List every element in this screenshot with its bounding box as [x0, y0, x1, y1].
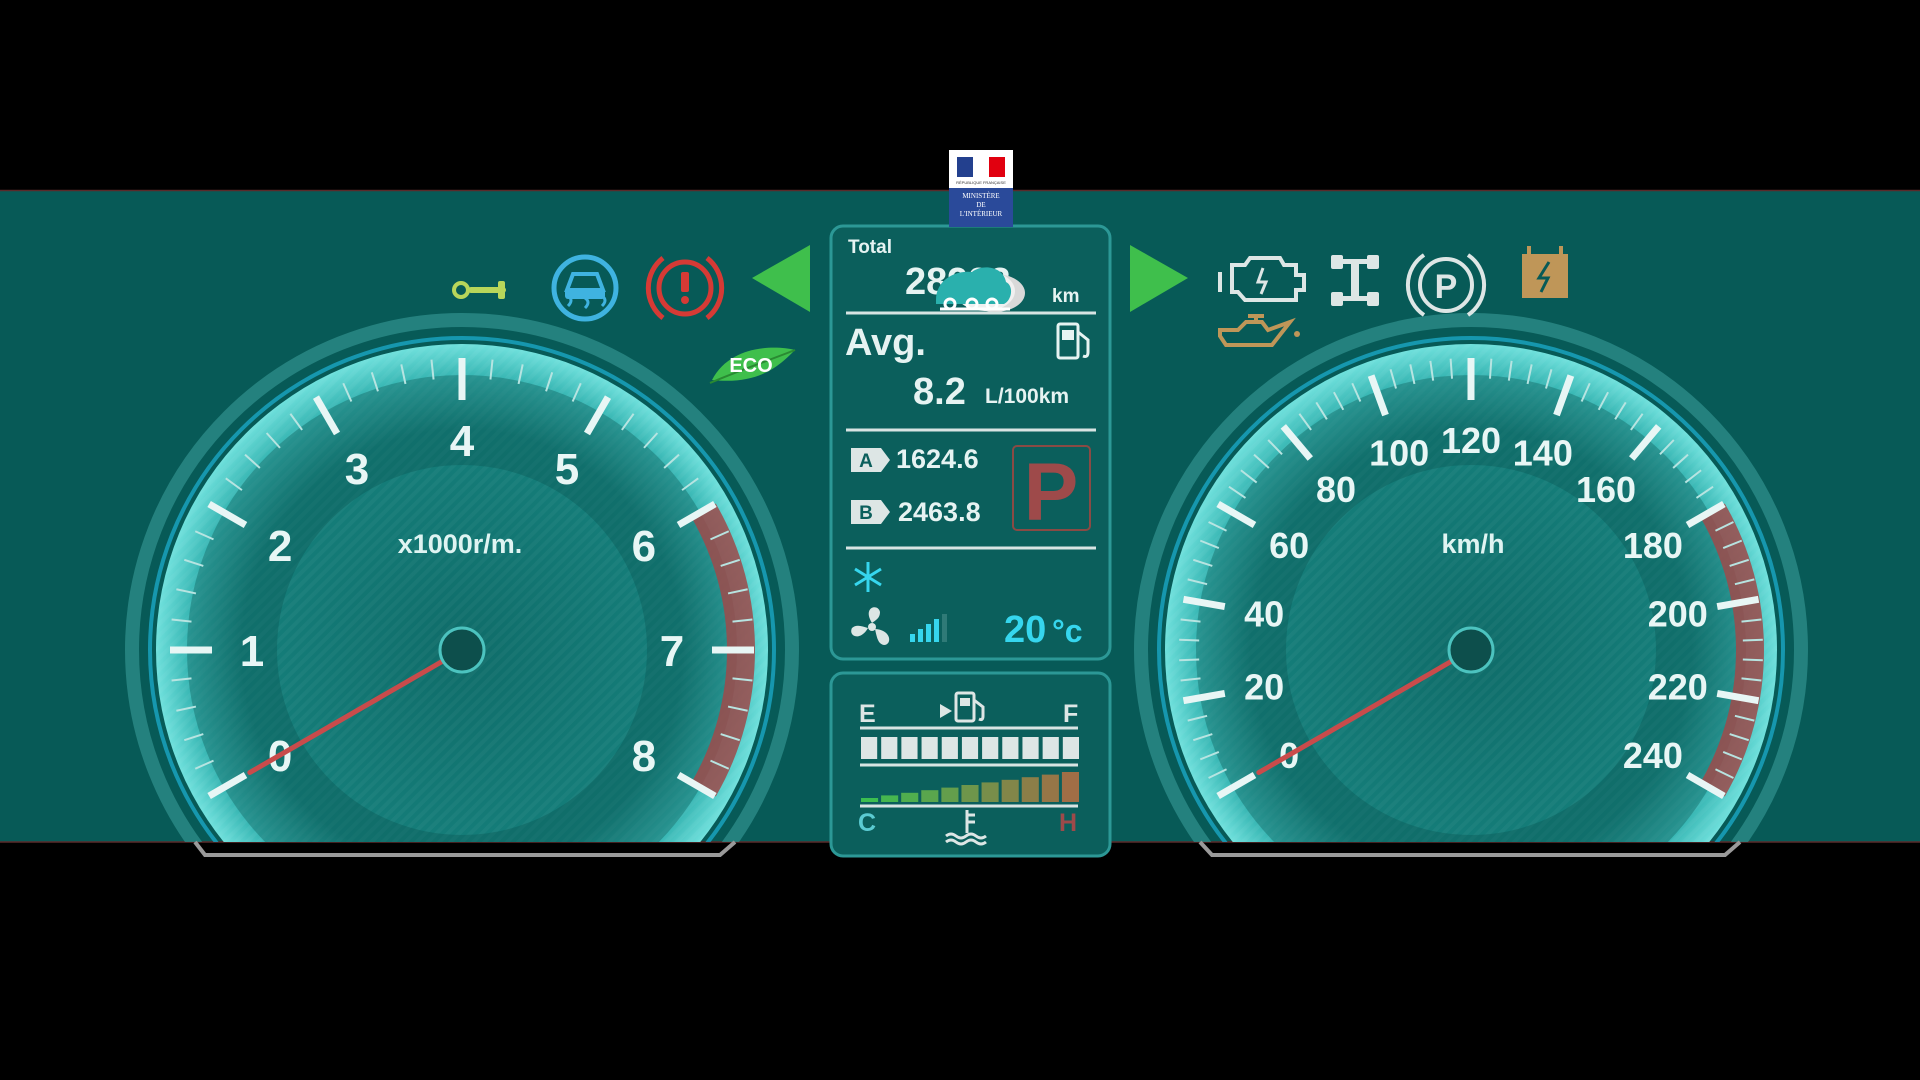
tachometer-tick-label: 6 [632, 522, 656, 571]
total-unit: km [1052, 286, 1079, 307]
fuel-segment [881, 737, 898, 759]
speedometer-tick-label: 40 [1244, 593, 1284, 634]
speedometer-tick-label: 100 [1369, 433, 1429, 474]
eco-label: ECO [729, 355, 772, 377]
fuel-coolant-panel: E F C H [829, 671, 1112, 858]
speedometer-tick-label: 80 [1316, 469, 1356, 510]
cabin-temperature-unit: °c [1052, 613, 1083, 649]
tachometer-tick-label: 4 [450, 417, 475, 466]
tachometer-unit-label: x1000r/m. [398, 529, 523, 559]
average-consumption: 8.2 [913, 371, 966, 413]
speedometer-tick-label: 20 [1244, 666, 1284, 707]
speedometer-tick-label: 160 [1576, 469, 1636, 510]
coolant-segment [961, 785, 979, 802]
coolant-segment [981, 782, 999, 802]
ministry-name: MINISTÈRE DE L'INTÉRIEUR [949, 188, 1013, 227]
total-label: Total [848, 237, 892, 258]
trip-b-value: 2463.8 [898, 497, 981, 527]
fuel-segment [1042, 737, 1059, 759]
parking-brake-letter: P [1435, 268, 1458, 306]
coolant-segment [941, 787, 959, 802]
fan-speed-bar [918, 629, 923, 642]
tachometer-hub [438, 626, 486, 674]
tachometer-tick-label: 1 [240, 627, 264, 676]
tachometer-tick-label: 5 [555, 445, 579, 494]
coolant-cold-label: C [858, 809, 876, 837]
coolant-segment [1061, 772, 1079, 802]
speedometer-tick-label: 200 [1648, 593, 1708, 634]
average-unit: L/100km [985, 385, 1069, 408]
fan-speed-bar [926, 624, 931, 642]
gear-indicator: P [1024, 447, 1079, 538]
trip-b-label: B [859, 503, 873, 524]
fuel-full-label: F [1063, 700, 1078, 728]
speedometer-minor-tick [1179, 658, 1200, 662]
coolant-segment [921, 790, 939, 802]
fuel-segment [861, 737, 878, 759]
speedometer-bezel [1198, 840, 1742, 857]
fuel-segment [941, 737, 958, 759]
tachometer-tick-label: 2 [268, 522, 292, 571]
speedometer-tick-label: 240 [1623, 735, 1683, 776]
fuel-level-bars [861, 737, 1079, 759]
republique-francaise-text: RÉPUBLIQUE FRANÇAISE [956, 180, 1006, 185]
speedometer-minor-tick [1449, 358, 1454, 379]
coolant-segment [1001, 779, 1019, 802]
coolant-segment [1021, 777, 1039, 802]
speedometer-tick-label: 140 [1513, 433, 1573, 474]
fuel-segment [1062, 737, 1079, 759]
trip-a-value: 1624.6 [896, 444, 979, 474]
speedometer-unit-label: km/h [1441, 529, 1504, 559]
fuel-empty-label: E [859, 700, 876, 728]
tachometer-tick-label: 7 [660, 627, 684, 676]
fuel-segment [961, 737, 979, 759]
speedometer-minor-tick [1742, 638, 1763, 642]
cabin-temperature: 20 [1004, 609, 1046, 651]
ministry-logo: RÉPUBLIQUE FRANÇAISE MINISTÈRE DE L'INTÉ… [949, 150, 1013, 227]
trip-a-label: A [859, 451, 873, 472]
speedometer-hub [1447, 626, 1495, 674]
coolant-segment [901, 792, 919, 802]
tachometer-bezel [193, 840, 737, 857]
speedometer-tick-label: 220 [1648, 666, 1708, 707]
tachometer-tick-label: 3 [345, 445, 369, 494]
coolant-segment [861, 798, 879, 802]
coolant-segment [881, 795, 899, 802]
french-flag [957, 157, 1005, 177]
coolant-hot-label: H [1059, 809, 1077, 837]
tachometer: 012345678 x1000r/m. [125, 313, 799, 842]
tachometer-tick-label: 8 [632, 732, 656, 781]
fan-speed-bar [910, 634, 915, 642]
speedometer-minor-tick [1742, 658, 1763, 662]
fuel-segment [982, 737, 999, 759]
speedometer-tick-label: 120 [1441, 420, 1501, 461]
coolant-segment [1041, 774, 1059, 802]
fan-speed-bar [934, 619, 939, 642]
speedometer-tick-label: 180 [1623, 525, 1683, 566]
average-label: Avg. [845, 322, 926, 364]
fuel-segment [921, 737, 938, 759]
fuel-segment [1022, 737, 1039, 759]
speedometer-tick-label: 60 [1269, 525, 1309, 566]
speedometer: 020406080100120140160180200220240 km/h [1134, 313, 1808, 842]
fan-speed-bar [942, 614, 947, 642]
fuel-segment [1002, 737, 1019, 759]
speedometer-minor-tick [1488, 358, 1493, 379]
fuel-segment [901, 737, 918, 759]
speedometer-minor-tick [1179, 638, 1200, 642]
